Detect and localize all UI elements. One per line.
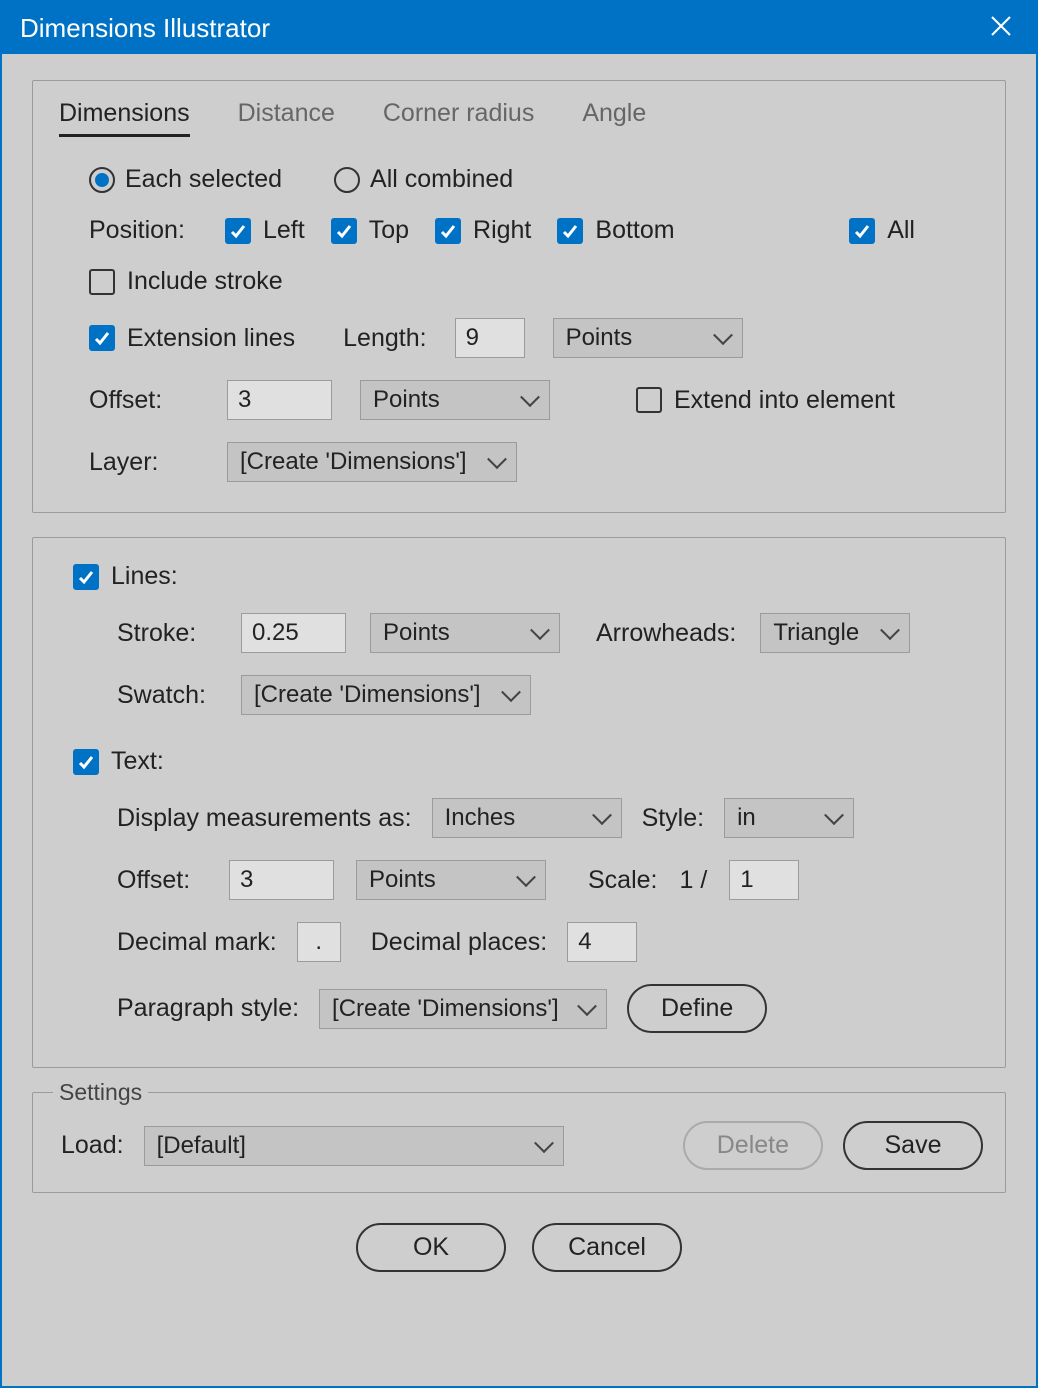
decimal-places-label: Decimal places: <box>371 928 547 957</box>
length-unit-select[interactable]: Points <box>553 318 743 358</box>
panel-lines-text: Lines: Stroke: Points Arrowheads: Triang… <box>32 537 1006 1068</box>
scale-label: Scale: <box>588 866 657 895</box>
define-button[interactable]: Define <box>627 984 767 1033</box>
chk-left[interactable]: Left <box>225 216 305 245</box>
chk-extension-lines[interactable]: Extension lines <box>89 324 295 353</box>
settings-fieldset: Settings Load: [Default] Delete Save <box>32 1092 1006 1193</box>
radio-each-label: Each selected <box>125 165 282 194</box>
paragraph-label: Paragraph style: <box>117 994 299 1023</box>
style-label: Style: <box>642 804 705 833</box>
tab-dimensions[interactable]: Dimensions <box>59 99 190 137</box>
text-offset-label: Offset: <box>117 866 207 895</box>
radio-all-combined[interactable]: All combined <box>334 165 513 194</box>
dialog-window: Dimensions Illustrator Dimensions Distan… <box>0 0 1038 1388</box>
titlebar: Dimensions Illustrator <box>2 2 1036 54</box>
layer-select[interactable]: [Create 'Dimensions'] <box>227 442 517 482</box>
chk-lines[interactable]: Lines: <box>73 562 178 591</box>
scale-prefix: 1 / <box>679 866 707 895</box>
display-unit-select[interactable]: Inches <box>432 798 622 838</box>
swatch-select[interactable]: [Create 'Dimensions'] <box>241 675 531 715</box>
chk-bottom[interactable]: Bottom <box>557 216 674 245</box>
radio-each-selected[interactable]: Each selected <box>89 165 282 194</box>
save-button[interactable]: Save <box>843 1121 983 1170</box>
offset-input[interactable] <box>227 380 332 420</box>
length-label: Length: <box>343 324 426 353</box>
decimal-mark-input[interactable] <box>297 922 341 962</box>
tab-corner-radius[interactable]: Corner radius <box>383 99 534 137</box>
settings-legend: Settings <box>53 1079 148 1106</box>
offset-unit-select[interactable]: Points <box>360 380 550 420</box>
chk-extend-into[interactable]: Extend into element <box>636 386 895 415</box>
load-label: Load: <box>61 1131 124 1160</box>
decimal-places-input[interactable] <box>567 922 637 962</box>
radio-all-label: All combined <box>370 165 513 194</box>
tab-angle[interactable]: Angle <box>582 99 646 137</box>
decimal-mark-label: Decimal mark: <box>117 928 277 957</box>
stroke-label: Stroke: <box>117 619 217 648</box>
chk-text[interactable]: Text: <box>73 747 164 776</box>
content: Dimensions Distance Corner radius Angle … <box>2 54 1036 1292</box>
swatch-label: Swatch: <box>117 681 217 710</box>
load-select[interactable]: [Default] <box>144 1126 564 1166</box>
ok-button[interactable]: OK <box>356 1223 506 1272</box>
length-input[interactable] <box>455 318 525 358</box>
paragraph-select[interactable]: [Create 'Dimensions'] <box>319 989 607 1029</box>
title-text: Dimensions Illustrator <box>20 13 270 44</box>
panel-dimensions: Dimensions Distance Corner radius Angle … <box>32 80 1006 513</box>
arrowheads-select[interactable]: Triangle <box>760 613 910 653</box>
stroke-unit-select[interactable]: Points <box>370 613 560 653</box>
stroke-input[interactable] <box>241 613 346 653</box>
text-offset-unit-select[interactable]: Points <box>356 860 546 900</box>
position-label: Position: <box>89 216 199 245</box>
tabs: Dimensions Distance Corner radius Angle <box>33 81 1005 137</box>
close-icon[interactable] <box>984 12 1018 44</box>
style-select[interactable]: in <box>724 798 854 838</box>
text-offset-input[interactable] <box>229 860 334 900</box>
cancel-button[interactable]: Cancel <box>532 1223 682 1272</box>
layer-label: Layer: <box>89 448 199 477</box>
arrowheads-label: Arrowheads: <box>596 619 736 648</box>
tab-distance[interactable]: Distance <box>238 99 335 137</box>
display-label: Display measurements as: <box>117 804 412 833</box>
footer-buttons: OK Cancel <box>32 1217 1006 1272</box>
chk-all[interactable]: All <box>849 216 915 245</box>
chk-right[interactable]: Right <box>435 216 531 245</box>
scale-input[interactable] <box>729 860 799 900</box>
chk-include-stroke[interactable]: Include stroke <box>89 267 283 296</box>
delete-button[interactable]: Delete <box>683 1121 823 1170</box>
chk-top[interactable]: Top <box>331 216 409 245</box>
offset-label: Offset: <box>89 386 199 415</box>
